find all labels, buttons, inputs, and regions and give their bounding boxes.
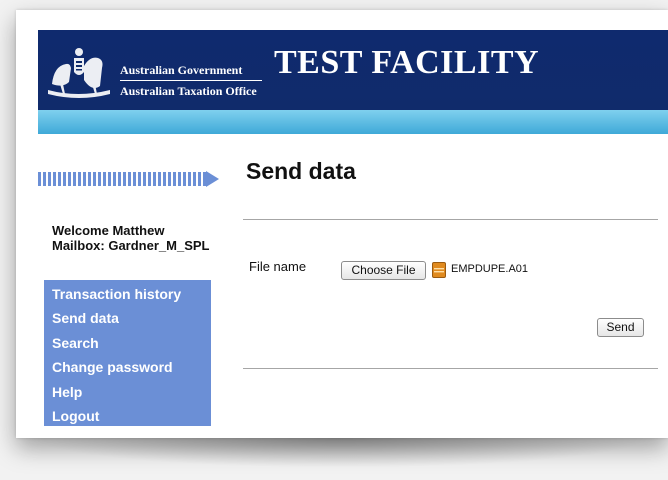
nav-transaction-history[interactable]: Transaction history	[44, 282, 211, 306]
page-title: Send data	[246, 158, 356, 184]
agency-label: Australian Taxation Office	[120, 84, 257, 98]
nav-send-data[interactable]: Send data	[44, 306, 211, 330]
nav-help[interactable]: Help	[44, 380, 211, 404]
frame-shadow	[30, 438, 650, 468]
choose-file-button[interactable]: Choose File	[341, 261, 426, 280]
site-title: TEST FACILITY	[274, 44, 540, 81]
nav-search[interactable]: Search	[44, 331, 211, 355]
file-icon	[432, 262, 446, 278]
agency-name: Australian Government Australian Taxatio…	[120, 63, 262, 98]
government-label: Australian Government	[120, 63, 262, 81]
coat-of-arms-icon	[48, 48, 110, 98]
send-button[interactable]: Send	[597, 318, 644, 337]
selected-file-name: EMPDUPE.A01	[451, 263, 529, 275]
header-band	[38, 110, 668, 134]
user-info: Welcome Matthew Mailbox: Gardner_M_SPL	[52, 223, 209, 253]
nav-logout[interactable]: Logout	[44, 404, 211, 428]
file-name-label: File name	[249, 259, 307, 274]
decorative-arrow-icon	[38, 171, 219, 187]
site-header: Australian Government Australian Taxatio…	[38, 30, 668, 110]
divider-bottom	[243, 368, 658, 369]
mailbox-text: Mailbox: Gardner_M_SPL	[52, 238, 210, 253]
divider-top	[243, 219, 658, 220]
sidebar-nav: Transaction history Send data Search Cha…	[44, 280, 211, 426]
nav-change-password[interactable]: Change password	[44, 355, 211, 379]
welcome-text: Welcome Matthew	[52, 223, 165, 238]
